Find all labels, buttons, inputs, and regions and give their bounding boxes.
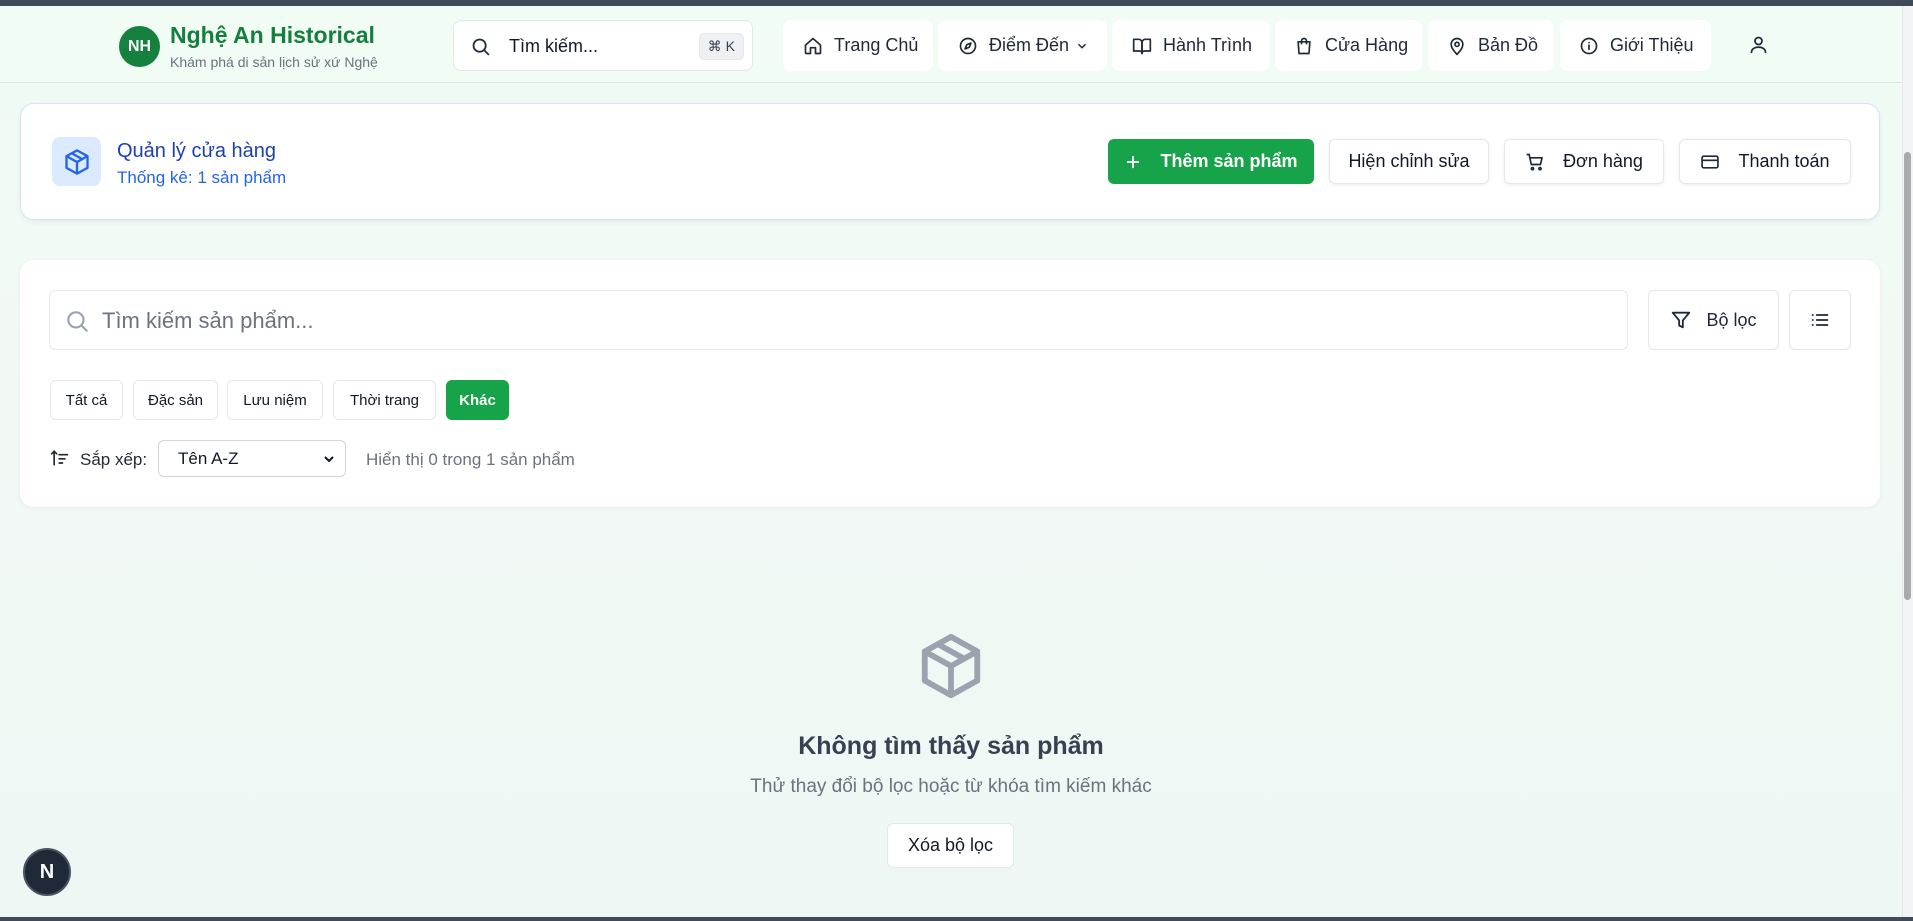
sort-select-value: Tên A-Z xyxy=(178,448,239,468)
package-icon xyxy=(916,629,986,708)
product-search-placeholder: Tìm kiếm sản phẩm... xyxy=(102,308,314,333)
package-icon xyxy=(64,148,89,175)
nav-destinations-label: Điểm Đến xyxy=(989,35,1070,55)
nav-about[interactable]: Giới Thiệu xyxy=(1560,20,1711,71)
filter-button[interactable]: Bộ lọc xyxy=(1648,290,1779,350)
add-product-label: Thêm sản phẩm xyxy=(1160,151,1298,171)
filter-button-label: Bộ lọc xyxy=(1706,309,1757,330)
chevron-down-icon xyxy=(1078,43,1087,49)
brand-subtitle: Khám phá di sản lịch sử xứ Nghệ xyxy=(170,54,378,70)
product-search-input[interactable]: Tìm kiếm sản phẩm... xyxy=(49,290,1628,350)
orders-button[interactable]: Đơn hàng xyxy=(1504,139,1664,184)
category-chip-fashion[interactable]: Thời trang xyxy=(333,380,436,420)
category-chip-other[interactable]: Khác xyxy=(446,380,509,420)
search-icon xyxy=(64,308,90,339)
chevron-down-icon xyxy=(324,456,334,463)
orders-label: Đơn hàng xyxy=(1563,151,1643,171)
search-shortcut-badge: ⌘ K xyxy=(698,33,744,60)
store-icon-box xyxy=(52,137,101,186)
plus-icon xyxy=(1127,155,1140,168)
nav-map[interactable]: Bản Đồ xyxy=(1428,20,1554,71)
brand-title[interactable]: Nghệ An Historical xyxy=(170,22,375,49)
nav-home-label: Trang Chủ xyxy=(834,35,919,55)
store-stats: Thống kê: 1 sản phẩm xyxy=(117,168,287,187)
results-count: Hiển thị 0 trong 1 sản phẩm xyxy=(366,450,575,469)
payment-label: Thanh toán xyxy=(1738,151,1830,171)
shopping-cart-icon xyxy=(1526,153,1543,171)
global-search-input[interactable]: Tìm kiếm... ⌘ K xyxy=(453,20,753,71)
nav-destinations[interactable]: Điểm Đến xyxy=(938,20,1107,71)
store-management-card: Quản lý cửa hàng Thống kê: 1 sản phẩm Th… xyxy=(20,103,1880,220)
book-open-icon xyxy=(1132,38,1152,54)
filter-icon xyxy=(1672,311,1691,329)
sort-icon xyxy=(50,448,70,473)
info-icon xyxy=(1580,37,1598,54)
sort-label: Sắp xếp: xyxy=(80,450,148,469)
nav-home[interactable]: Trang Chủ xyxy=(783,20,933,71)
show-edit-label: Hiện chỉnh sửa xyxy=(1348,151,1470,171)
store-title: Quản lý cửa hàng xyxy=(117,140,277,162)
nav-map-label: Bản Đồ xyxy=(1478,35,1539,55)
user-icon[interactable] xyxy=(1748,34,1769,60)
browser-bottom-strip xyxy=(0,917,1913,921)
add-product-button[interactable]: Thêm sản phẩm xyxy=(1108,139,1314,184)
product-filter-panel: Tìm kiếm sản phẩm... Bộ lọc Tất cả Đặc s… xyxy=(20,260,1880,507)
nav-journey[interactable]: Hành Trình xyxy=(1112,20,1270,71)
global-search-placeholder: Tìm kiếm... xyxy=(509,36,598,56)
empty-state-title: Không tìm thấy sản phẩm xyxy=(798,732,1104,760)
show-edit-button[interactable]: Hiện chỉnh sửa xyxy=(1329,139,1489,184)
nav-about-label: Giới Thiệu xyxy=(1610,35,1694,55)
shopping-bag-icon xyxy=(1297,37,1311,54)
credit-card-icon xyxy=(1701,154,1720,169)
scrollbar-thumb[interactable] xyxy=(1904,152,1911,600)
home-icon xyxy=(804,37,822,54)
sort-select[interactable]: Tên A-Z xyxy=(158,440,346,477)
category-chip-souvenir[interactable]: Lưu niệm xyxy=(227,380,323,420)
category-chip-specialty[interactable]: Đặc sản xyxy=(133,380,218,420)
list-icon xyxy=(1811,314,1829,326)
empty-state-subtitle: Thử thay đổi bộ lọc hoặc từ khóa tìm kiế… xyxy=(750,776,1152,797)
payment-button[interactable]: Thanh toán xyxy=(1679,139,1851,184)
nav-journey-label: Hành Trình xyxy=(1163,35,1253,55)
nav-shop-label: Cửa Hàng xyxy=(1325,35,1409,55)
compass-icon xyxy=(959,37,977,54)
list-view-button[interactable] xyxy=(1789,290,1851,350)
map-pin-icon xyxy=(1450,37,1464,55)
clear-filters-button[interactable]: Xóa bộ lọc xyxy=(887,823,1014,868)
dev-tools-badge[interactable]: N xyxy=(23,848,71,896)
site-header: NH Nghệ An Historical Khám phá di sản lị… xyxy=(0,6,1902,83)
search-icon xyxy=(470,36,491,62)
category-chip-all[interactable]: Tất cả xyxy=(50,380,123,420)
logo-badge[interactable]: NH xyxy=(119,26,160,67)
nav-shop[interactable]: Cửa Hàng xyxy=(1275,20,1422,71)
